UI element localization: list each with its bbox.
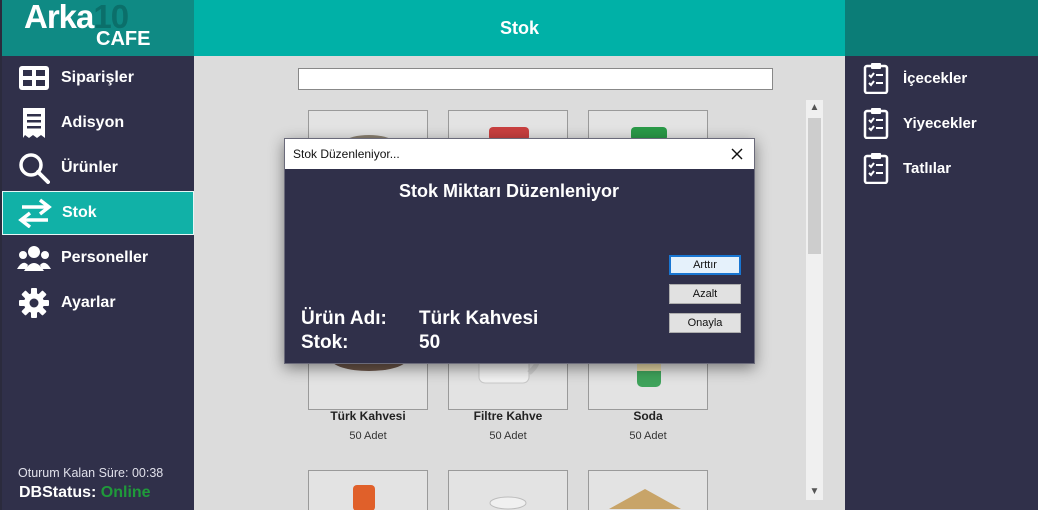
session-timer: Oturum Kalan Süre: 00:38 [18,466,164,480]
sidebar-item-ayarlar[interactable]: Ayarlar [2,281,194,325]
users-icon [17,241,51,275]
scroll-thumb[interactable] [808,118,821,254]
sidebar-item-siparisler[interactable]: Siparişler [2,56,194,100]
sidebar-item-label: Siparişler [61,69,134,86]
gear-icon [17,286,51,320]
page-title: Stok [194,0,845,56]
db-status-value: Online [100,484,151,501]
product-card[interactable] [448,470,568,510]
decrease-button[interactable]: Azalt [669,284,741,304]
product-name-value: Türk Kahvesi [419,308,539,329]
sidebar-item-personeller[interactable]: Personeller [2,236,194,280]
clipboard-icon [862,106,890,140]
confirm-button[interactable]: Onayla [669,313,741,333]
clipboard-icon [862,61,890,95]
product-name-label: Ürün Adı: [301,308,387,329]
product-name: Türk Kahvesi [330,409,406,423]
logo-main: Arka [24,0,94,35]
db-status-label: DBStatus: [19,484,97,501]
sidebar-item-stok[interactable]: Stok [2,191,194,235]
category-item-icecekler[interactable]: İçecekler [845,56,1038,100]
dialog-heading: Stok Miktarı Düzenleniyor [398,181,620,201]
sidebar-item-label: Ürünler [61,159,118,176]
close-icon[interactable] [726,143,748,165]
sidebar-item-label: Ayarlar [61,294,116,311]
category-label: İçecekler [903,69,968,87]
sidebar-item-label: Adisyon [61,114,125,131]
logo-sub: CAFE [96,28,151,50]
stock-label: Stok: [301,332,349,353]
product-qty: 50 Adet [489,430,527,442]
clipboard-icon [862,151,890,185]
category-item-yiyecekler[interactable]: Yiyecekler [845,101,1038,145]
product-scrollbar[interactable]: ▲ ▼ [806,100,823,500]
stock-edit-dialog: Stok Düzenleniyor... Stok Miktarı Düzenl… [284,138,755,364]
search-icon [17,151,51,185]
product-qty: 50 Adet [349,430,387,442]
sidebar-item-urunler[interactable]: Ürünler [2,146,194,190]
scroll-down-icon[interactable]: ▼ [806,484,823,500]
search-input[interactable] [298,68,773,90]
product-card[interactable] [308,470,428,510]
scroll-up-icon[interactable]: ▲ [806,100,823,116]
sidebar-item-label: Personeller [61,249,149,266]
dessert-image [609,489,681,509]
product-name: Filtre Kahve [473,409,543,423]
receipt-icon [17,106,51,140]
stock-value: 50 [419,332,441,353]
product-qty: 50 Adet [629,430,667,442]
category-sidebar: İçecekler Yiyecekler Tatlılar [845,0,1038,510]
product-name: Soda [633,409,663,423]
category-label: Yiyecekler [903,114,977,132]
sidebar-item-adisyon[interactable]: Adisyon [2,101,194,145]
orange-drink-image [353,485,375,510]
category-item-tatlilar[interactable]: Tatlılar [845,146,1038,190]
app-logo: Arka10 CAFE [2,0,194,56]
sidebar-item-label: Stok [62,204,97,221]
category-header [845,0,1038,56]
dialog-window-title: Stok Düzenleniyor... [293,147,400,161]
category-label: Tatlılar [903,159,952,177]
left-sidebar: Arka10 CAFE Siparişler Adisyon Ürünler S… [2,0,194,510]
cup-image [489,496,527,510]
increase-button[interactable]: Arttır [669,255,741,275]
dialog-titlebar: Stok Düzenleniyor... [285,139,754,169]
swap-arrows-icon [18,196,52,230]
table-icon [17,61,51,95]
product-card[interactable] [588,470,708,510]
db-status: DBStatus: Online [19,484,151,502]
